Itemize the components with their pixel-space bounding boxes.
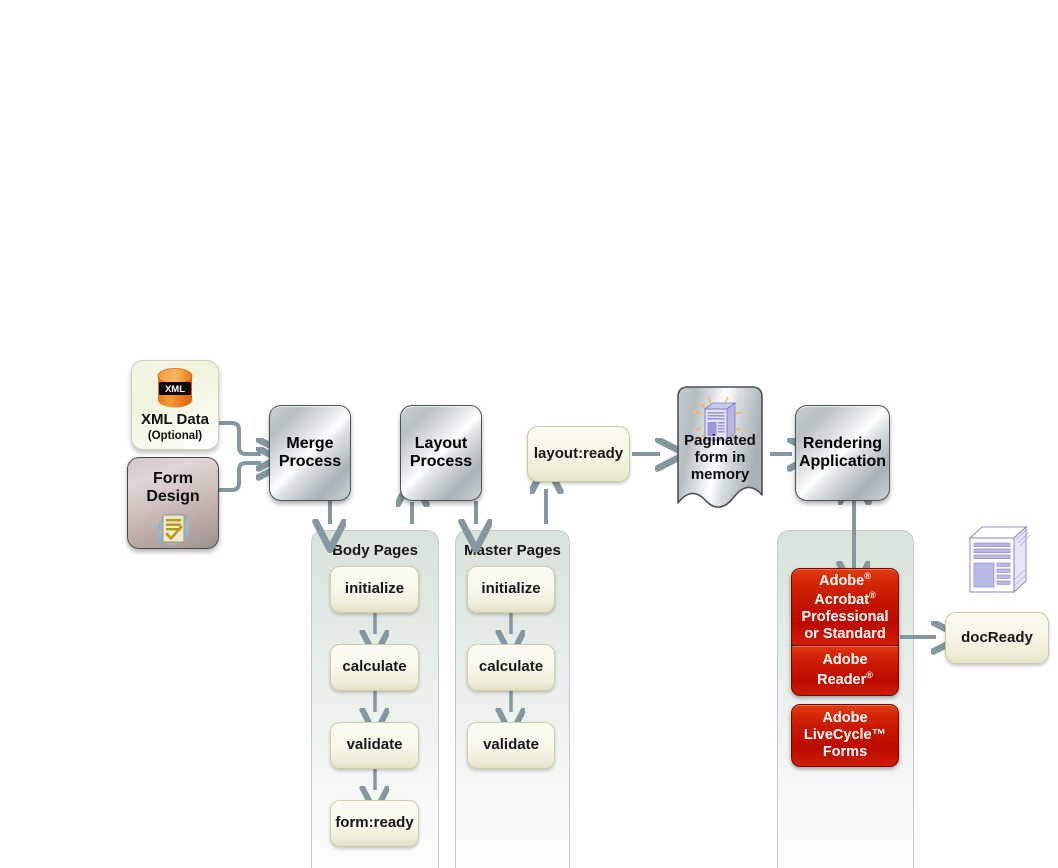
acrobat-line-3: Professional [801,608,889,625]
body-step-initialize-label: initialize [344,580,405,598]
livecycle-line-1: Adobe [822,709,868,726]
body-step-initialize[interactable]: initialize [330,566,419,613]
master-step-initialize[interactable]: initialize [467,566,555,613]
master-step-validate[interactable]: validate [467,722,555,769]
master-step-calculate-label: calculate [478,658,544,676]
layout-process-line-2: Process [409,453,473,470]
acrobat-sup-1: ® [864,570,871,581]
adobe-reader-label: Adobe Reader® [817,652,873,688]
body-step-validate[interactable]: validate [330,722,419,769]
merge-process-label: Merge Process [279,435,341,471]
acrobat-line-2: Acrobat [814,591,870,608]
rendering-application-node[interactable]: Rendering Application [795,405,890,501]
document-stack-icon [962,524,1034,602]
paginated-form-node[interactable]: Paginated form in memory [668,385,772,525]
merge-process-line-2: Process [278,453,342,470]
doc-ready-label: docReady [961,628,1033,646]
merge-process-node[interactable]: Merge Process [269,405,351,501]
master-step-validate-label: validate [483,736,539,754]
reader-line-1: Adobe [822,652,868,669]
body-step-validate-label: validate [346,736,403,754]
xml-data-sublabel: (Optional) [147,429,203,442]
rendering-application-label: Rendering Application [799,435,886,471]
reader-sup: ® [866,669,873,680]
acrobat-line-1: Adobe [819,572,865,589]
body-step-calculate-label: calculate [342,658,407,676]
rendering-line-1: Rendering [802,435,883,453]
merge-process-line-1: Merge [286,435,334,453]
livecycle-line-2: LiveCycle™ [803,726,887,743]
layout-process-line-1: Layout [414,435,468,453]
paginated-line-3: memory [690,465,750,483]
adobe-reader-node[interactable]: Adobe Reader® [791,646,899,696]
adobe-livecycle-node[interactable]: Adobe LiveCycle™ Forms [791,704,899,767]
form-design-icon [150,507,196,549]
reader-line-2: Reader [817,671,867,688]
adobe-acrobat-label: Adobe® Acrobat® Professional or Standard [801,571,888,643]
form-design-label-1: Form [153,470,193,487]
xml-data-node[interactable]: XML XML Data (Optional) [131,360,219,450]
paginated-line-1: Paginated [684,432,756,449]
rendering-line-2: Application [798,453,887,470]
master-step-calculate[interactable]: calculate [467,644,555,691]
acrobat-line-4: or Standard [804,625,886,642]
master-step-initialize-label: initialize [481,580,541,598]
form-design-label-2: Design [146,487,200,505]
doc-ready-event[interactable]: docReady [945,612,1049,664]
body-step-form-ready-label: form:ready [335,814,414,832]
layout-process-node[interactable]: Layout Process [400,405,482,501]
acrobat-sup-2: ® [869,589,876,600]
svg-text:XML: XML [165,384,185,395]
pane-title-master-pages: Master Pages [464,542,561,559]
body-step-form-ready[interactable]: form:ready [330,800,419,847]
pane-title-body-pages: Body Pages [332,542,418,559]
diagram-canvas: Body Pages Master Pages XML XML Data (Op… [0,0,1058,868]
xml-data-label: XML Data [140,411,210,429]
body-step-calculate[interactable]: calculate [330,644,419,691]
paginated-form-label: Paginated form in memory [668,432,772,484]
adobe-acrobat-node[interactable]: Adobe® Acrobat® Professional or Standard [791,568,899,646]
livecycle-line-3: Forms [822,744,868,761]
layout-ready-label: layout:ready [533,444,624,462]
adobe-livecycle-label: Adobe LiveCycle™ Forms [804,710,886,761]
layout-process-label: Layout Process [410,435,472,471]
paginated-line-2: form in [694,448,746,466]
xml-database-icon: XML [152,367,198,409]
form-design-node[interactable]: Form Design [127,457,219,549]
layout-ready-event[interactable]: layout:ready [527,426,630,482]
